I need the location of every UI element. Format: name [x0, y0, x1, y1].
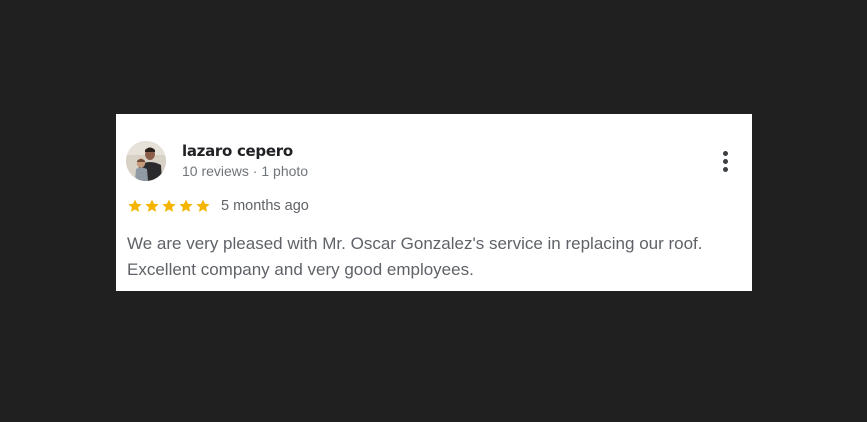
avatar-photo	[126, 141, 166, 181]
star-rating	[127, 198, 211, 214]
author-avatar[interactable]	[126, 141, 166, 181]
star-icon	[128, 199, 142, 212]
review-time: 5 months ago	[221, 198, 309, 214]
more-vert-icon-dot	[723, 159, 728, 164]
more-vert-icon-dot	[723, 151, 728, 156]
star-icon	[196, 199, 210, 212]
review-rating: 5 months ago	[127, 196, 309, 216]
review-text: We are very pleased with Mr. Oscar Gonza…	[127, 234, 703, 279]
star-icon	[162, 199, 176, 212]
author-name[interactable]: lazaro cepero	[182, 142, 293, 160]
review-card: lazaro cepero 10 reviews · 1 photo 5 mon…	[116, 114, 752, 291]
more-vert-icon-dot	[723, 167, 728, 172]
more-options-button[interactable]	[716, 149, 736, 175]
author-meta: 10 reviews · 1 photo	[182, 163, 309, 179]
star-icon	[179, 199, 193, 212]
page-background: lazaro cepero 10 reviews · 1 photo 5 mon…	[0, 0, 867, 422]
star-icon	[145, 199, 159, 212]
